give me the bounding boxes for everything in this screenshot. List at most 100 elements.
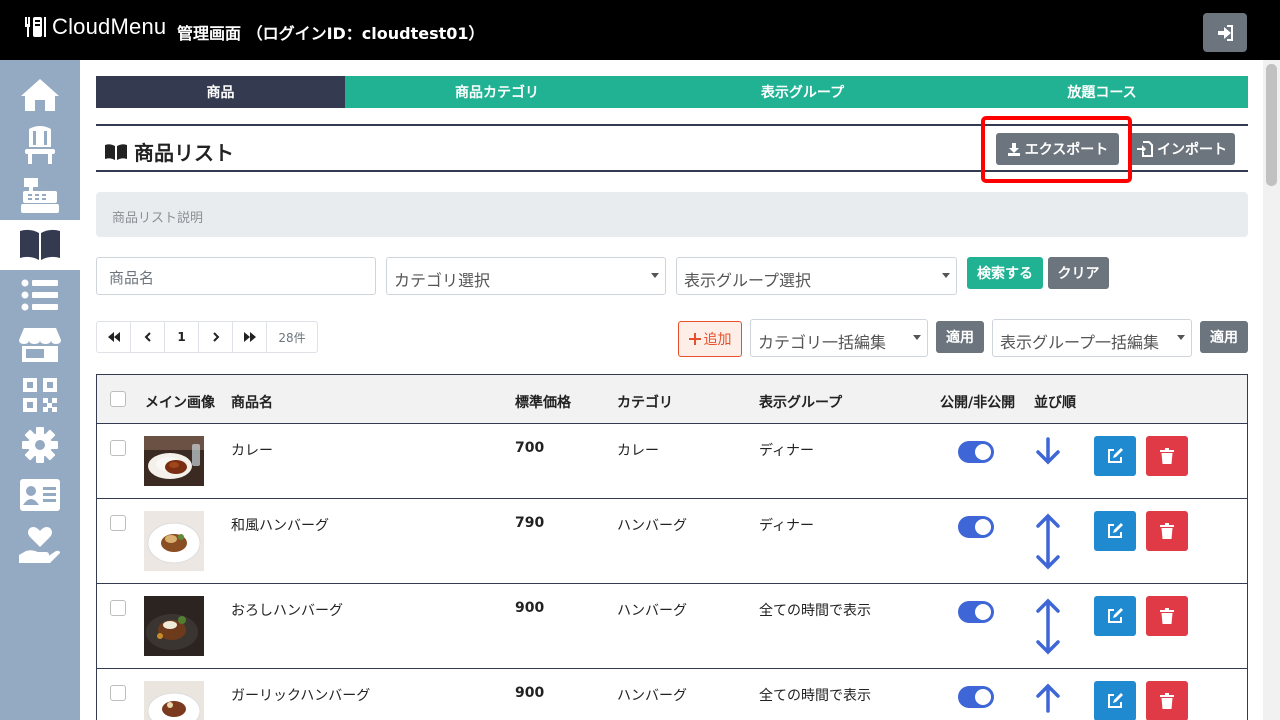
scrollbar-thumb[interactable]: [1266, 64, 1277, 186]
export-highlight-box: [981, 116, 1132, 183]
delete-button[interactable]: [1146, 681, 1188, 720]
trash-icon: [1160, 523, 1174, 539]
trash-icon: [1160, 608, 1174, 624]
edit-button[interactable]: [1094, 511, 1136, 551]
apply-category-button[interactable]: 適用: [936, 321, 984, 353]
arrow-up-icon[interactable]: [1035, 513, 1061, 543]
edit-button[interactable]: [1094, 681, 1136, 720]
header-product-name[interactable]: 商品名: [231, 392, 273, 412]
file-import-icon: [1137, 141, 1153, 157]
add-label: 追加: [703, 332, 732, 348]
table-row: ガーリックハンバーグ 900 ハンバーグ 全ての時間で表示: [97, 669, 1247, 720]
logout-button[interactable]: [1203, 13, 1247, 52]
display-group-select[interactable]: 表示グループ選択: [676, 257, 957, 295]
category-bulk-edit-select[interactable]: カテゴリ一括編集: [750, 319, 928, 357]
row-checkbox[interactable]: [110, 440, 126, 456]
product-image-oroshi-hamburg[interactable]: [144, 596, 204, 656]
publish-toggle[interactable]: [958, 516, 994, 538]
row-display-group: ディナー: [759, 443, 815, 459]
double-chevron-left-icon: [107, 332, 120, 342]
chevron-left-icon: [144, 332, 151, 342]
sidebar-item-register[interactable]: [0, 170, 80, 220]
plus-icon: [688, 333, 701, 345]
table-row: 和風ハンバーグ 790 ハンバーグ ディナー: [97, 499, 1247, 584]
tab-all-you-can-courses[interactable]: 放題コース: [956, 76, 1248, 108]
last-page-button[interactable]: [233, 322, 267, 352]
sidebar-item-qrcode[interactable]: [0, 370, 80, 420]
tab-display-groups[interactable]: 表示グループ: [649, 76, 956, 108]
hand-heart-icon: [19, 527, 60, 563]
sidebar-item-seats[interactable]: [0, 120, 80, 170]
header-category[interactable]: カテゴリ: [617, 392, 673, 412]
next-page-button[interactable]: [199, 322, 233, 352]
header-main-image: メイン画像: [145, 395, 215, 411]
product-image-curry[interactable]: [144, 436, 204, 486]
row-category: ハンバーグ: [617, 603, 687, 619]
book-icon: [105, 143, 127, 160]
add-button[interactable]: 追加: [678, 321, 742, 357]
import-button[interactable]: インポート: [1129, 133, 1235, 165]
header-price[interactable]: 標準価格: [515, 392, 571, 412]
row-checkbox[interactable]: [110, 685, 126, 701]
qrcode-icon: [23, 378, 57, 412]
tab-products[interactable]: 商品: [96, 76, 345, 108]
product-image-garlic-hamburg[interactable]: [144, 681, 204, 720]
cloudmenu-logo[interactable]: CloudMenu: [22, 14, 166, 40]
tab-product-categories[interactable]: 商品カテゴリ: [345, 76, 649, 108]
sidebar-item-settings[interactable]: [0, 420, 80, 470]
row-checkbox[interactable]: [110, 515, 126, 531]
sidebar-item-home[interactable]: [0, 70, 80, 120]
tab-bar: 商品 商品カテゴリ 表示グループ 放題コース: [96, 76, 1248, 108]
publish-toggle[interactable]: [958, 686, 994, 708]
store-icon: [19, 328, 61, 362]
arrow-down-icon[interactable]: [1035, 542, 1061, 570]
double-chevron-right-icon: [243, 332, 256, 342]
product-image-japanese-hamburg[interactable]: [144, 511, 204, 571]
prev-page-button[interactable]: [131, 322, 165, 352]
publish-toggle[interactable]: [958, 601, 994, 623]
group-bulk-edit-select[interactable]: 表示グループ一括編集: [992, 319, 1192, 357]
id-card-icon: [20, 479, 60, 511]
delete-button[interactable]: [1146, 436, 1188, 476]
chevron-right-icon: [212, 332, 219, 342]
edit-icon: [1108, 448, 1123, 463]
first-page-button[interactable]: [97, 322, 131, 352]
search-button[interactable]: 検索する: [967, 257, 1043, 289]
chevron-down-icon: [913, 335, 921, 340]
sidebar-item-menu-book[interactable]: [0, 220, 80, 270]
sign-out-icon: [1218, 24, 1233, 41]
admin-title: 管理画面 （ログインID：cloudtest01）: [177, 24, 485, 43]
page-title: 商品リスト: [104, 137, 234, 166]
home-icon: [21, 79, 59, 111]
page-number[interactable]: 1: [165, 322, 199, 352]
clear-button[interactable]: クリア: [1048, 257, 1109, 289]
arrow-up-icon[interactable]: [1035, 683, 1061, 713]
arrow-down-icon[interactable]: [1035, 437, 1061, 465]
edit-button[interactable]: [1094, 436, 1136, 476]
sidebar-item-store[interactable]: [0, 320, 80, 370]
row-category: ハンバーグ: [617, 518, 687, 534]
arrow-down-icon[interactable]: [1035, 627, 1061, 655]
delete-button[interactable]: [1146, 596, 1188, 636]
item-count: 28件: [278, 330, 306, 345]
page-title-text: 商品リスト: [134, 141, 234, 165]
gear-icon: [22, 427, 58, 463]
row-checkbox[interactable]: [110, 600, 126, 616]
list-description: 商品リスト説明: [96, 192, 1248, 237]
apply-group-button[interactable]: 適用: [1200, 321, 1248, 353]
publish-toggle[interactable]: [958, 441, 994, 463]
arrow-up-icon[interactable]: [1035, 598, 1061, 628]
edit-icon: [1108, 523, 1123, 538]
sidebar-item-list[interactable]: [0, 270, 80, 320]
chevron-down-icon: [1177, 335, 1185, 340]
product-name-input[interactable]: 商品名: [96, 257, 376, 295]
delete-button[interactable]: [1146, 511, 1188, 551]
edit-button[interactable]: [1094, 596, 1136, 636]
header-display-group[interactable]: 表示グループ: [759, 392, 842, 412]
select-all-checkbox[interactable]: [110, 391, 126, 407]
row-product-name: おろしハンバーグ: [231, 603, 343, 619]
category-select[interactable]: カテゴリ選択: [386, 257, 666, 295]
sidebar-item-favorite[interactable]: [0, 520, 80, 570]
sidebar-item-staff[interactable]: [0, 470, 80, 520]
edit-icon: [1108, 693, 1123, 708]
